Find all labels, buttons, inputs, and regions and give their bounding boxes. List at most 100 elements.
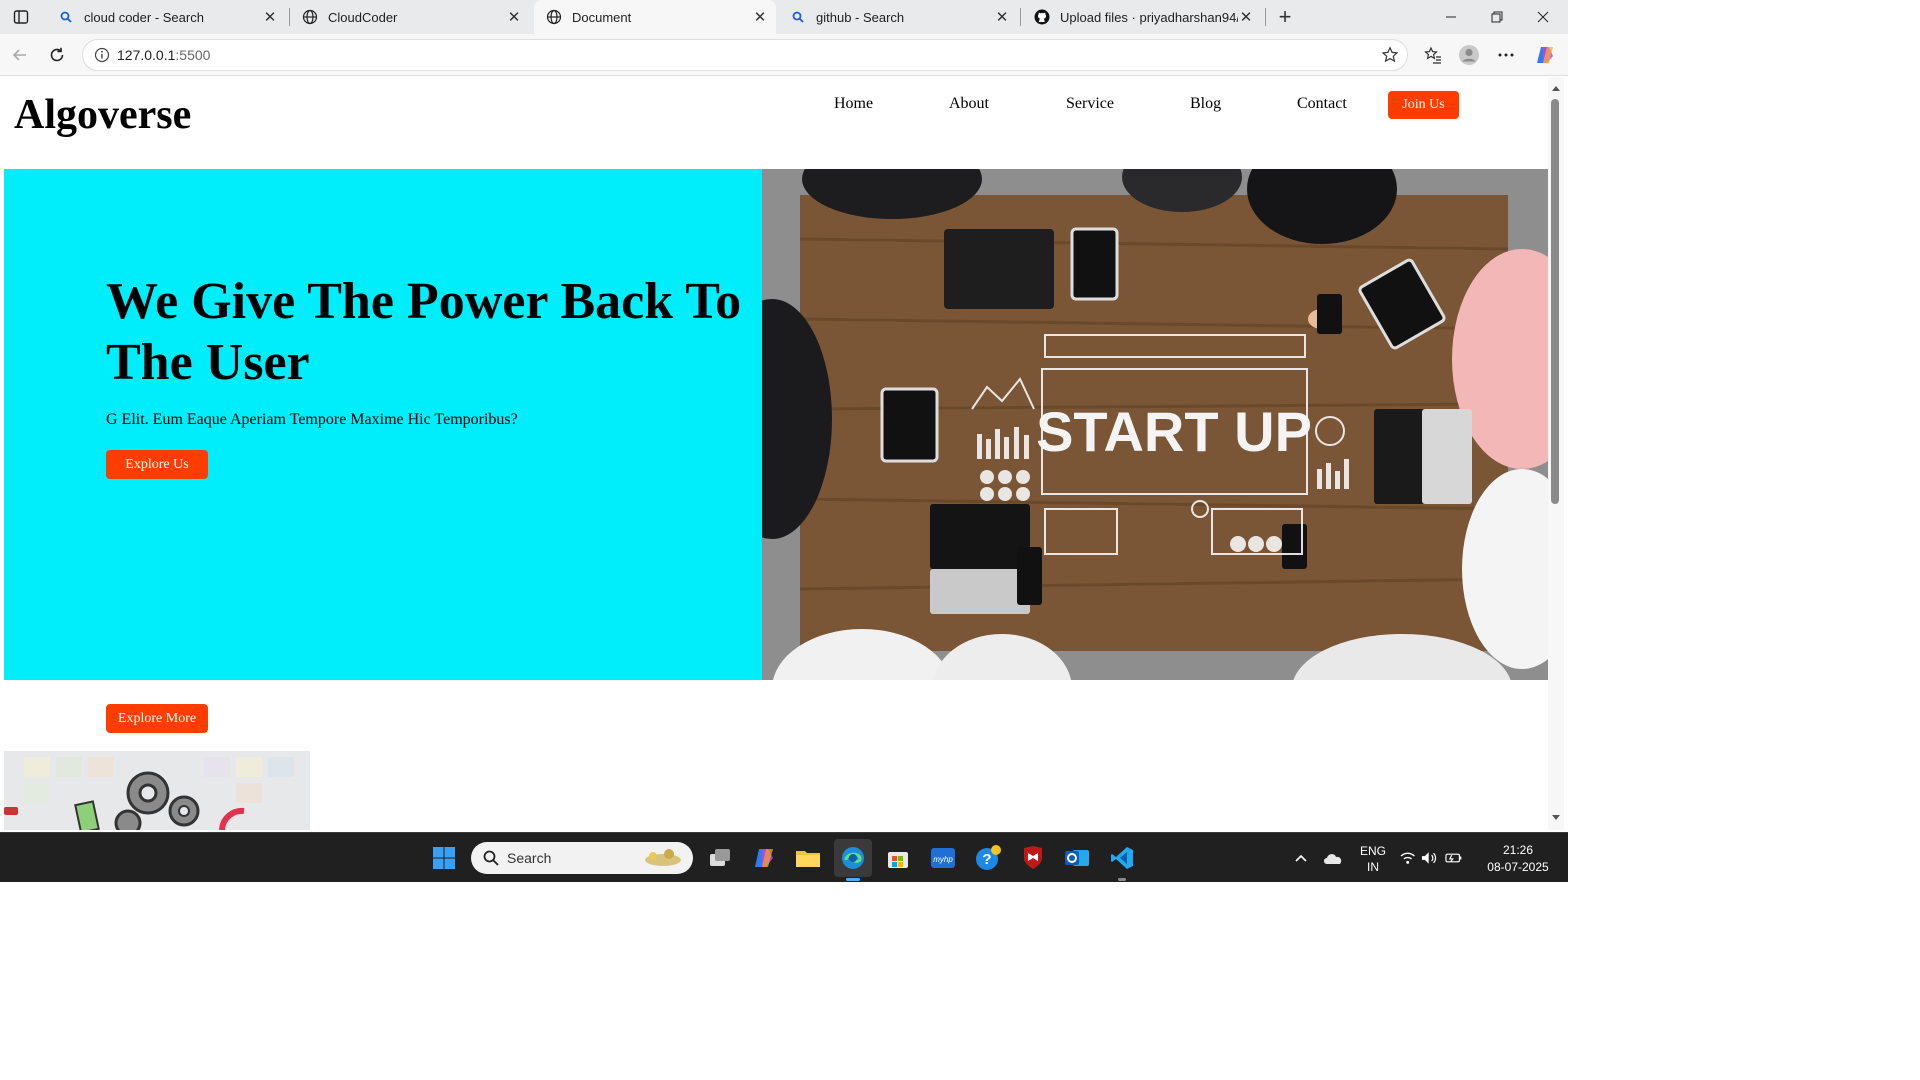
file-explorer-button[interactable] xyxy=(789,839,827,877)
github-icon xyxy=(1034,9,1050,25)
battery-icon xyxy=(1445,853,1462,863)
explore-more-button[interactable]: Explore More xyxy=(106,704,208,733)
close-window-button[interactable] xyxy=(1520,0,1566,34)
vscode-button[interactable] xyxy=(1103,839,1141,877)
close-tab-icon[interactable]: ✕ xyxy=(752,9,768,26)
myhp-button[interactable]: myhp xyxy=(924,839,962,877)
minimize-button[interactable] xyxy=(1428,0,1474,34)
scrollbar-thumb[interactable] xyxy=(1551,99,1559,504)
close-tab-icon[interactable]: ✕ xyxy=(262,9,278,26)
scroll-up-icon[interactable] xyxy=(1550,82,1562,94)
close-icon xyxy=(1537,11,1549,23)
chevron-up-icon xyxy=(1295,854,1307,862)
address-bar[interactable]: 127.0.0.1:5500 xyxy=(82,39,1408,71)
windows-taskbar: Search myhp ? ENG IN 21:26 08-07-2025 xyxy=(0,832,1568,882)
copilot-icon xyxy=(755,849,773,867)
browser-toolbar: 127.0.0.1:5500 xyxy=(0,34,1568,76)
svg-text:myhp: myhp xyxy=(933,855,953,864)
favorite-star-icon[interactable] xyxy=(1381,46,1399,69)
search-icon xyxy=(58,9,74,25)
profile-button[interactable] xyxy=(1454,40,1484,70)
nav-contact-link[interactable]: Contact xyxy=(1297,95,1347,113)
nav-home-link[interactable]: Home xyxy=(834,95,873,113)
language-indicator[interactable]: ENG IN xyxy=(1352,843,1394,875)
site-info-icon[interactable] xyxy=(87,47,117,63)
favorites-icon xyxy=(1424,46,1441,64)
plus-icon: + xyxy=(1278,4,1292,29)
reload-button[interactable] xyxy=(42,40,72,70)
back-button[interactable] xyxy=(5,40,35,70)
tab-separator xyxy=(1020,8,1021,26)
wifi-icon xyxy=(1400,852,1415,864)
language-code: ENG xyxy=(1359,844,1386,858)
vscode-icon xyxy=(1111,847,1133,869)
mcafee-button[interactable] xyxy=(1014,839,1052,877)
windows-logo-icon xyxy=(433,847,455,869)
task-view-icon xyxy=(710,849,730,866)
page-scrollbar[interactable] xyxy=(1548,77,1564,830)
restore-button[interactable] xyxy=(1474,0,1520,34)
system-clock[interactable]: 21:26 08-07-2025 xyxy=(1478,842,1558,876)
folder-icon xyxy=(796,851,820,867)
tab-title: cloud coder - Search xyxy=(84,9,204,25)
tab-github-search[interactable]: github - Search ✕ xyxy=(778,2,1018,32)
cloud-icon xyxy=(1324,854,1342,864)
back-arrow-icon xyxy=(12,49,26,61)
copilot-button[interactable] xyxy=(1530,40,1560,70)
start-button[interactable] xyxy=(425,839,463,877)
task-view-button[interactable] xyxy=(701,839,739,877)
close-tab-icon[interactable]: ✕ xyxy=(506,9,522,26)
edge-button[interactable] xyxy=(834,839,872,877)
tab-title: Document xyxy=(572,9,632,25)
more-icon xyxy=(1498,53,1514,57)
quick-settings-button[interactable] xyxy=(1400,839,1462,877)
hero-section: We Give The Power Back To The User G Eli… xyxy=(4,169,762,680)
tab-document[interactable]: Document ✕ xyxy=(534,0,776,34)
restore-icon xyxy=(1491,11,1503,23)
outlook-button[interactable] xyxy=(1058,839,1096,877)
minimize-icon xyxy=(1446,16,1456,18)
favorites-button[interactable] xyxy=(1418,40,1448,70)
microsoft-store-button[interactable] xyxy=(879,839,917,877)
running-app-indicator xyxy=(1118,878,1126,881)
tab-upload-files[interactable]: Upload files · priyadharshan94/se ✕ xyxy=(1022,2,1262,32)
avatar-icon xyxy=(1459,45,1479,65)
language-region: IN xyxy=(1367,860,1379,874)
tab-actions-button[interactable] xyxy=(0,0,42,34)
search-highlight-icon xyxy=(645,849,681,866)
tab-strip: cloud coder - Search ✕ CloudCoder ✕ Docu… xyxy=(0,0,1568,34)
tab-cloud-coder-search[interactable]: cloud coder - Search ✕ xyxy=(46,2,286,32)
explore-us-button[interactable]: Explore Us xyxy=(106,450,208,479)
gears-thumbnail-image xyxy=(4,751,310,830)
tab-cloudcoder[interactable]: CloudCoder ✕ xyxy=(290,2,530,32)
nav-service-link[interactable]: Service xyxy=(1066,95,1114,113)
settings-menu-button[interactable] xyxy=(1491,40,1521,70)
url-port: :5500 xyxy=(175,47,211,63)
nav-about-link[interactable]: About xyxy=(949,95,989,113)
clock-date: 08-07-2025 xyxy=(1487,860,1549,874)
help-button[interactable]: ? xyxy=(969,839,1007,877)
svg-text:?: ? xyxy=(982,851,991,868)
reload-icon xyxy=(50,47,64,62)
url-text: 127.0.0.1:5500 xyxy=(117,47,210,63)
tab-title: CloudCoder xyxy=(328,9,398,25)
site-header: Algoverse Home About Service Blog Contac… xyxy=(4,77,1548,169)
close-tab-icon[interactable]: ✕ xyxy=(1238,9,1254,26)
site-logo[interactable]: Algoverse xyxy=(14,91,191,139)
myhp-icon: myhp xyxy=(931,848,955,868)
join-us-button[interactable]: Join Us xyxy=(1388,91,1459,119)
help-icon: ? xyxy=(976,845,1001,870)
page-viewport: Algoverse Home About Service Blog Contac… xyxy=(4,77,1548,830)
onedrive-button[interactable] xyxy=(1314,839,1352,877)
new-tab-button[interactable]: + xyxy=(1272,4,1298,30)
active-app-indicator xyxy=(846,878,860,881)
copilot-taskbar-button[interactable] xyxy=(745,839,783,877)
search-icon xyxy=(790,9,806,25)
taskbar-search-box[interactable]: Search xyxy=(471,842,693,874)
scroll-down-icon[interactable] xyxy=(1550,812,1562,824)
edge-browser-icon xyxy=(842,847,864,869)
close-tab-icon[interactable]: ✕ xyxy=(994,9,1010,26)
globe-icon xyxy=(546,9,562,25)
nav-blog-link[interactable]: Blog xyxy=(1190,95,1221,113)
store-icon xyxy=(888,852,908,868)
